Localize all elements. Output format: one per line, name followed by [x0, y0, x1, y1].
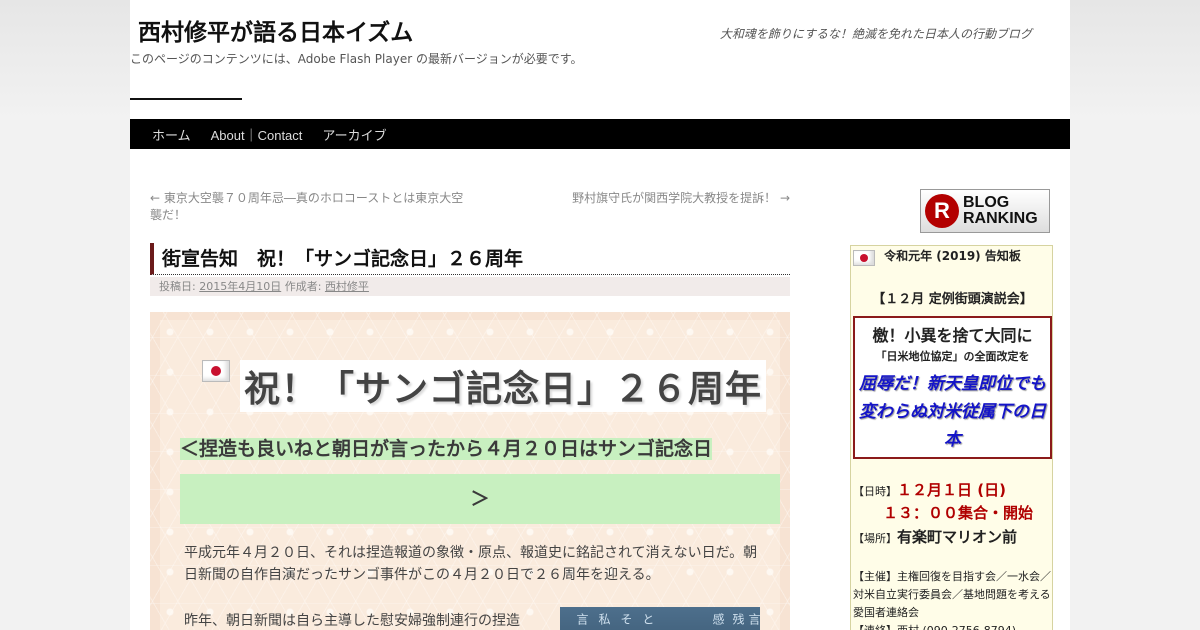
announcement-widget: 令和元年 (2019) 告知板 【１２月 定例街頭演説会】 檄！小異を捨て大同に…: [850, 245, 1053, 630]
nav-item-home[interactable]: ホーム: [142, 125, 201, 144]
posted-label: 投稿日:: [159, 280, 196, 293]
subtitle-line-2: ＞: [470, 488, 490, 510]
header-divider: [130, 98, 242, 100]
image-char: 言: [575, 613, 589, 625]
post-author-link[interactable]: 西村修平: [325, 280, 369, 293]
ranking-line-1: BLOG: [963, 194, 1010, 211]
post-meta: 投稿日: 2015年4月10日 作成者: 西村修平: [150, 277, 790, 296]
ranking-logo-icon: R: [925, 194, 959, 228]
widget-title: 令和元年 (2019) 告知板: [884, 249, 1021, 263]
book-cover-image: 言 私 そ と 感 残 言: [560, 607, 761, 630]
japan-flag-icon: [202, 360, 230, 382]
slogan-heading: 檄！小異を捨て大同に: [872, 326, 1033, 345]
flash-player-notice: このページのコンテンツには、Adobe Flash Player の最新バージョ…: [130, 52, 583, 66]
blog-ranking-banner[interactable]: R BLOG RANKING: [920, 189, 1050, 233]
author-label: 作成者:: [284, 280, 322, 293]
main-nav: ホーム About｜Contact アーカイブ: [130, 119, 1070, 149]
content-paragraph-1: 平成元年４月２０日、それは捏造報道の象徴・原点、報道史に銘記されて消えない日だ。…: [184, 545, 758, 583]
page-wrapper: 西村修平が語る日本イズム 大和魂を飾りにするな！絶滅を免れた日本人の行動ブログ …: [130, 0, 1070, 630]
slogan-text: 屈辱だ！新天皇即位でも変わらぬ対米従属下の日本: [859, 374, 1046, 450]
event-time: １３：００集合・開始: [883, 504, 1034, 522]
site-title[interactable]: 西村修平が語る日本イズム: [138, 13, 413, 47]
event-date: 【日時】１２月１日 (日): [853, 479, 1006, 500]
nav-item-archive[interactable]: アーカイブ: [312, 125, 396, 144]
image-char: そ: [619, 613, 633, 625]
content-paragraph-2: 昨年、朝日新聞は自ら主導した慰安婦強制連行の捏造: [184, 613, 520, 629]
post-title: 街宣告知 祝！「サンゴ記念日」２６周年: [150, 243, 790, 275]
place-label: 【場所】: [853, 532, 897, 545]
content-panel: 祝！「サンゴ記念日」２６周年 ＜捏造も良いねと朝日が言ったから４月２０日はサンゴ…: [160, 320, 780, 630]
event-slogan-box: 檄！小異を捨て大同に 「日米地位協定」の全面改定を 屈辱だ！新天皇即位でも変わら…: [853, 316, 1052, 459]
content-headline: 祝！「サンゴ記念日」２６周年: [240, 360, 767, 412]
place-value: 有楽町マリオン前: [897, 528, 1018, 546]
date-label: 【日時】: [853, 485, 897, 498]
post-date-link[interactable]: 2015年4月10日: [199, 280, 281, 293]
site-description: 大和魂を飾りにするな！絶滅を免れた日本人の行動ブログ: [719, 27, 1032, 41]
previous-post-link[interactable]: ← 東京大空襲７０周年忌―真のホロコーストとは東京大空襲だ！: [150, 190, 470, 224]
image-char: と: [641, 613, 655, 625]
slogan-subheading: 「日米地位協定」の全面改定を: [875, 350, 1030, 363]
content-subtitle: ＜捏造も良いねと朝日が言ったから４月２０日はサンゴ記念日 ＞: [180, 424, 780, 524]
image-char: 言: [747, 613, 761, 625]
event-place: 【場所】有楽町マリオン前: [853, 526, 1017, 547]
event-organizers: 【主催】主権回復を目指す会／一水会／対米自立実行委員会／基地問題を考える愛国者連…: [853, 570, 1051, 619]
date-value: １２月１日 (日): [897, 481, 1006, 499]
ranking-line-2: RANKING: [963, 210, 1038, 227]
next-post-link[interactable]: 野村旗守氏が関西学院大教授を提訴！ →: [572, 190, 790, 207]
event-name: 【１２月 定例街頭演説会】: [872, 292, 1033, 307]
post-content: 祝！「サンゴ記念日」２６周年 ＜捏造も良いねと朝日が言ったから４月２０日はサンゴ…: [150, 312, 790, 630]
subtitle-line-1: ＜捏造も良いねと朝日が言ったから４月２０日はサンゴ記念日: [180, 438, 713, 460]
nav-item-about[interactable]: About｜Contact: [201, 125, 313, 144]
image-char: 私: [597, 613, 611, 625]
image-char: 残: [731, 613, 745, 625]
image-char: 感: [711, 613, 725, 625]
event-contact: 【連絡】西村 (090-2756-8794): [853, 622, 1016, 630]
